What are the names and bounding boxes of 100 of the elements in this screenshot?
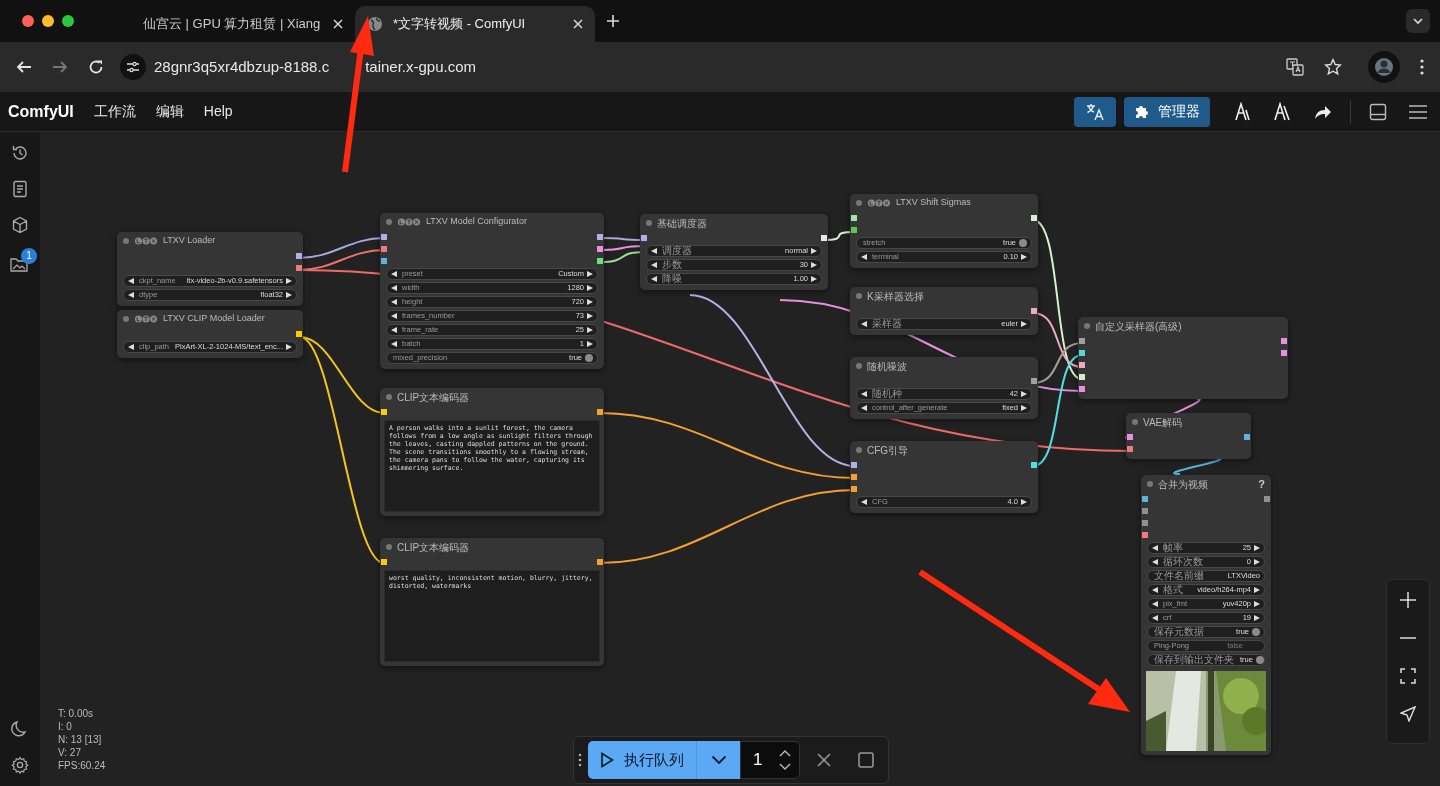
increment-arrow-icon[interactable] [811,262,817,268]
decrement-arrow-icon[interactable] [651,248,657,254]
zoom-in-icon[interactable] [1400,592,1416,608]
decrement-arrow-icon[interactable] [1152,615,1158,621]
increment-arrow-icon[interactable] [1254,559,1260,565]
book-icon[interactable] [11,180,29,198]
increment-arrow-icon[interactable] [1254,615,1260,621]
site-settings-icon[interactable] [120,54,146,80]
decrement-icon[interactable] [779,763,791,770]
menu-item[interactable]: Help [193,101,243,122]
decrement-arrow-icon[interactable] [1152,545,1158,551]
batch-count-field[interactable]: 1 [740,741,800,779]
browser-tab[interactable]: *文字转视频 - ComfyUI [355,6,595,42]
reload-icon[interactable] [88,59,104,75]
decrement-arrow-icon[interactable] [391,299,397,305]
menu-item[interactable]: 编辑 [145,101,194,122]
stats-line: N: 13 [13] [58,733,103,746]
run-queue-button[interactable]: 执行队列 [588,741,696,779]
increment-arrow-icon[interactable] [587,313,593,319]
node-title: K采样器选择 [867,289,925,304]
close-tab-icon[interactable] [573,19,583,29]
moon-icon[interactable] [11,720,29,738]
increment-arrow-icon[interactable] [811,248,817,254]
node-title: CLIP文本编码器 [397,390,471,405]
increment-arrow-icon[interactable] [1254,587,1260,593]
decrement-arrow-icon[interactable] [128,278,134,284]
decrement-arrow-icon[interactable] [1152,587,1158,593]
queue-options-button[interactable] [696,741,740,779]
image-folder-icon[interactable] [10,256,28,272]
address-field[interactable]: 28gnr3q5xr4dbzup-8188.c tainer.x-gpu.com [154,55,477,79]
decrement-arrow-icon[interactable] [651,262,657,268]
decrement-arrow-icon[interactable] [391,341,397,347]
decrement-arrow-icon[interactable] [128,344,134,350]
chevron-down-icon [710,755,727,765]
increment-arrow-icon[interactable] [1021,405,1027,411]
decrement-arrow-icon[interactable] [861,405,867,411]
increment-arrow-icon[interactable] [1021,321,1027,327]
decrement-arrow-icon[interactable] [1152,601,1158,607]
increment-arrow-icon[interactable] [587,285,593,291]
browser-tab[interactable]: 仙宫云 | GPU 算力租赁 | Xiang [115,6,355,42]
decrement-arrow-icon[interactable] [861,254,867,260]
node-library-icon[interactable] [1272,101,1292,122]
menu-icon[interactable] [1409,104,1427,119]
manager-button[interactable]: 管理器 [1124,96,1210,127]
menu-item[interactable]: 工作流 [83,101,146,122]
increment-arrow-icon[interactable] [286,278,292,284]
forward-icon[interactable] [52,59,68,75]
url-text: tainer.x-gpu.com [365,56,477,77]
decrement-arrow-icon[interactable] [861,321,867,327]
increment-arrow-icon[interactable] [587,299,593,305]
node-library-icon[interactable] [1232,101,1252,122]
increment-arrow-icon[interactable] [1021,499,1027,505]
close-tab-icon[interactable] [333,19,343,29]
decrement-arrow-icon[interactable] [391,285,397,291]
more-options-icon[interactable] [1420,59,1424,75]
cube-icon[interactable] [11,216,29,234]
fit-view-icon[interactable] [1400,668,1416,684]
increment-icon[interactable] [779,750,791,757]
translate-icon [1086,102,1104,121]
decrement-arrow-icon[interactable] [391,313,397,319]
stop-icon[interactable] [858,752,874,768]
connection-wire [1173,457,1222,475]
increment-arrow-icon[interactable] [1254,601,1260,607]
node-title: 基础调度器 [657,216,708,231]
help-icon[interactable]: ? [1258,475,1265,493]
increment-arrow-icon[interactable] [1021,254,1027,260]
decrement-arrow-icon[interactable] [128,292,134,298]
increment-arrow-icon[interactable] [587,271,593,277]
ltx-logo-icon [397,218,421,226]
increment-arrow-icon[interactable] [286,292,292,298]
decrement-arrow-icon[interactable] [1152,559,1158,565]
node-title: 随机噪波 [867,359,908,374]
decrement-arrow-icon[interactable] [861,391,867,397]
back-icon[interactable] [16,59,32,75]
translate-button[interactable] [1074,96,1116,127]
increment-arrow-icon[interactable] [1021,391,1027,397]
navigation-arrow-icon[interactable] [1400,706,1416,722]
chevron-down-icon[interactable] [1406,9,1430,33]
increment-arrow-icon[interactable] [587,341,593,347]
increment-arrow-icon[interactable] [1254,545,1260,551]
decrement-arrow-icon[interactable] [651,276,657,282]
translate-page-icon[interactable] [1286,58,1304,76]
ltx-logo-icon [134,237,158,245]
node-title: LTXV CLIP Model Loader [163,312,266,326]
bookmark-star-icon[interactable] [1324,58,1342,76]
decrement-arrow-icon[interactable] [391,327,397,333]
increment-arrow-icon[interactable] [811,276,817,282]
settings-icon[interactable] [11,756,29,774]
decrement-arrow-icon[interactable] [861,499,867,505]
cancel-icon[interactable] [817,753,831,767]
increment-arrow-icon[interactable] [286,344,292,350]
drag-handle-icon[interactable] [578,753,582,767]
profile-avatar[interactable] [1368,51,1400,83]
history-icon[interactable] [11,144,29,162]
panel-toggle-icon[interactable] [1369,102,1387,121]
node-title: LTXV Model Configurator [426,215,528,229]
url-text: 28gnr3q5xr4dbzup-8188.c [154,56,330,77]
increment-arrow-icon[interactable] [587,327,593,333]
decrement-arrow-icon[interactable] [391,271,397,277]
new-tab-icon[interactable] [607,15,619,27]
